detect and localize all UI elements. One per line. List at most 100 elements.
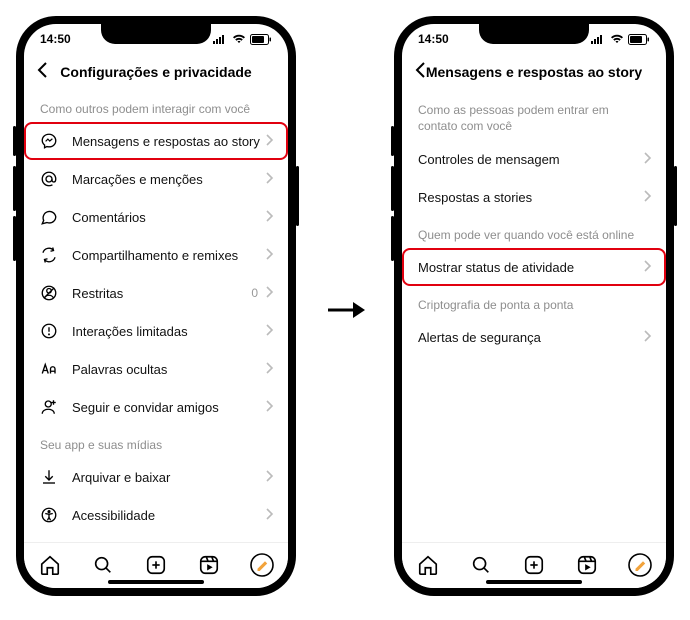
row-idioma[interactable]: Idioma — [24, 534, 288, 538]
row-label: Palavras ocultas — [72, 362, 264, 377]
row-interacoes-limitadas[interactable]: Interações limitadas — [24, 312, 288, 350]
section-header: Como as pessoas podem entrar em contato … — [402, 90, 666, 140]
back-button[interactable] — [412, 61, 430, 84]
chevron-right-icon — [264, 324, 274, 339]
tab-profile[interactable] — [627, 552, 653, 578]
clock: 14:50 — [418, 32, 449, 46]
row-label: Comentários — [72, 210, 264, 225]
volume-up-button — [391, 166, 394, 211]
battery-icon — [628, 34, 650, 45]
row-arquivar-baixar[interactable]: Arquivar e baixar — [24, 458, 288, 496]
row-label: Acessibilidade — [72, 508, 264, 523]
messenger-icon — [38, 132, 60, 150]
at-icon — [38, 170, 60, 188]
tab-home[interactable] — [37, 552, 63, 578]
add-person-icon — [38, 398, 60, 416]
row-label: Seguir e convidar amigos — [72, 400, 264, 415]
page-header: Mensagens e respostas ao story — [402, 54, 666, 90]
wifi-icon — [610, 34, 624, 44]
row-label: Interações limitadas — [72, 324, 264, 339]
chat-bubble-icon — [38, 208, 60, 226]
row-compartilhamento-remixes[interactable]: Compartilhamento e remixes — [24, 236, 288, 274]
chevron-right-icon — [264, 286, 274, 301]
page-title: Configurações e privacidade — [60, 64, 251, 80]
volume-down-button — [391, 216, 394, 261]
home-indicator — [486, 580, 582, 584]
section-header: Como outros podem interagir com você — [24, 90, 288, 122]
volume-down-button — [13, 216, 16, 261]
tab-search[interactable] — [468, 552, 494, 578]
home-indicator — [108, 580, 204, 584]
restricted-icon — [38, 284, 60, 302]
reshare-icon — [38, 246, 60, 264]
row-label: Alertas de segurança — [418, 330, 642, 345]
clock: 14:50 — [40, 32, 71, 46]
mute-switch — [13, 126, 16, 156]
chevron-right-icon — [264, 508, 274, 523]
row-marcacoes-mencoes[interactable]: Marcações e menções — [24, 160, 288, 198]
tab-create[interactable] — [143, 552, 169, 578]
row-respostas-stories[interactable]: Respostas a stories — [402, 178, 666, 216]
cellular-icon — [591, 34, 606, 44]
phone-right: 14:50 Mensagens e respostas ao story Com… — [394, 16, 674, 596]
chevron-right-icon — [642, 190, 652, 205]
row-status-atividade[interactable]: Mostrar status de atividade — [402, 248, 666, 286]
tab-reels[interactable] — [574, 552, 600, 578]
chevron-right-icon — [264, 210, 274, 225]
row-label: Mensagens e respostas ao story — [72, 134, 264, 149]
row-comentarios[interactable]: Comentários — [24, 198, 288, 236]
back-button[interactable] — [34, 61, 52, 84]
row-label: Marcações e menções — [72, 172, 264, 187]
settings-list: Como outros podem interagir com você Men… — [24, 90, 288, 538]
wifi-icon — [232, 34, 246, 44]
chevron-right-icon — [264, 134, 274, 149]
chevron-right-icon — [642, 152, 652, 167]
chevron-right-icon — [264, 248, 274, 263]
row-controles-mensagem[interactable]: Controles de mensagem — [402, 140, 666, 178]
section-header: Seu app e suas mídias — [24, 426, 288, 458]
row-label: Respostas a stories — [418, 190, 642, 205]
tab-reels[interactable] — [196, 552, 222, 578]
row-label: Arquivar e baixar — [72, 470, 264, 485]
row-label: Compartilhamento e remixes — [72, 248, 264, 263]
cellular-icon — [213, 34, 228, 44]
chevron-right-icon — [264, 400, 274, 415]
row-mensagens-respostas[interactable]: Mensagens e respostas ao story — [24, 122, 288, 160]
chevron-right-icon — [642, 260, 652, 275]
row-label: Controles de mensagem — [418, 152, 642, 167]
tab-home[interactable] — [415, 552, 441, 578]
row-alertas-seguranca[interactable]: Alertas de segurança — [402, 318, 666, 356]
row-seguir-convidar[interactable]: Seguir e convidar amigos — [24, 388, 288, 426]
power-button — [674, 166, 677, 226]
volume-up-button — [13, 166, 16, 211]
mute-switch — [391, 126, 394, 156]
notch — [479, 24, 589, 44]
chevron-right-icon — [264, 172, 274, 187]
tab-search[interactable] — [90, 552, 116, 578]
tab-create[interactable] — [521, 552, 547, 578]
phone-left: 14:50 Configurações e privacidade Como o… — [16, 16, 296, 596]
row-palavras-ocultas[interactable]: Palavras ocultas — [24, 350, 288, 388]
chevron-right-icon — [264, 470, 274, 485]
row-label: Mostrar status de atividade — [418, 260, 642, 275]
arrow-between-icon — [325, 295, 365, 325]
row-acessibilidade[interactable]: Acessibilidade — [24, 496, 288, 534]
settings-list: Como as pessoas podem entrar em contato … — [402, 90, 666, 538]
page-header: Configurações e privacidade — [24, 54, 288, 90]
section-header: Criptografia de ponta a ponta — [402, 286, 666, 318]
row-label: Restritas — [72, 286, 251, 301]
tab-profile[interactable] — [249, 552, 275, 578]
battery-icon — [250, 34, 272, 45]
power-button — [296, 166, 299, 226]
typography-icon — [38, 360, 60, 378]
chevron-right-icon — [642, 330, 652, 345]
notch — [101, 24, 211, 44]
accessibility-icon — [38, 506, 60, 524]
row-meta: 0 — [251, 286, 258, 300]
page-title: Mensagens e respostas ao story — [426, 64, 642, 80]
limit-icon — [38, 322, 60, 340]
download-icon — [38, 468, 60, 486]
row-restritas[interactable]: Restritas 0 — [24, 274, 288, 312]
section-header: Quem pode ver quando você está online — [402, 216, 666, 248]
chevron-right-icon — [264, 362, 274, 377]
